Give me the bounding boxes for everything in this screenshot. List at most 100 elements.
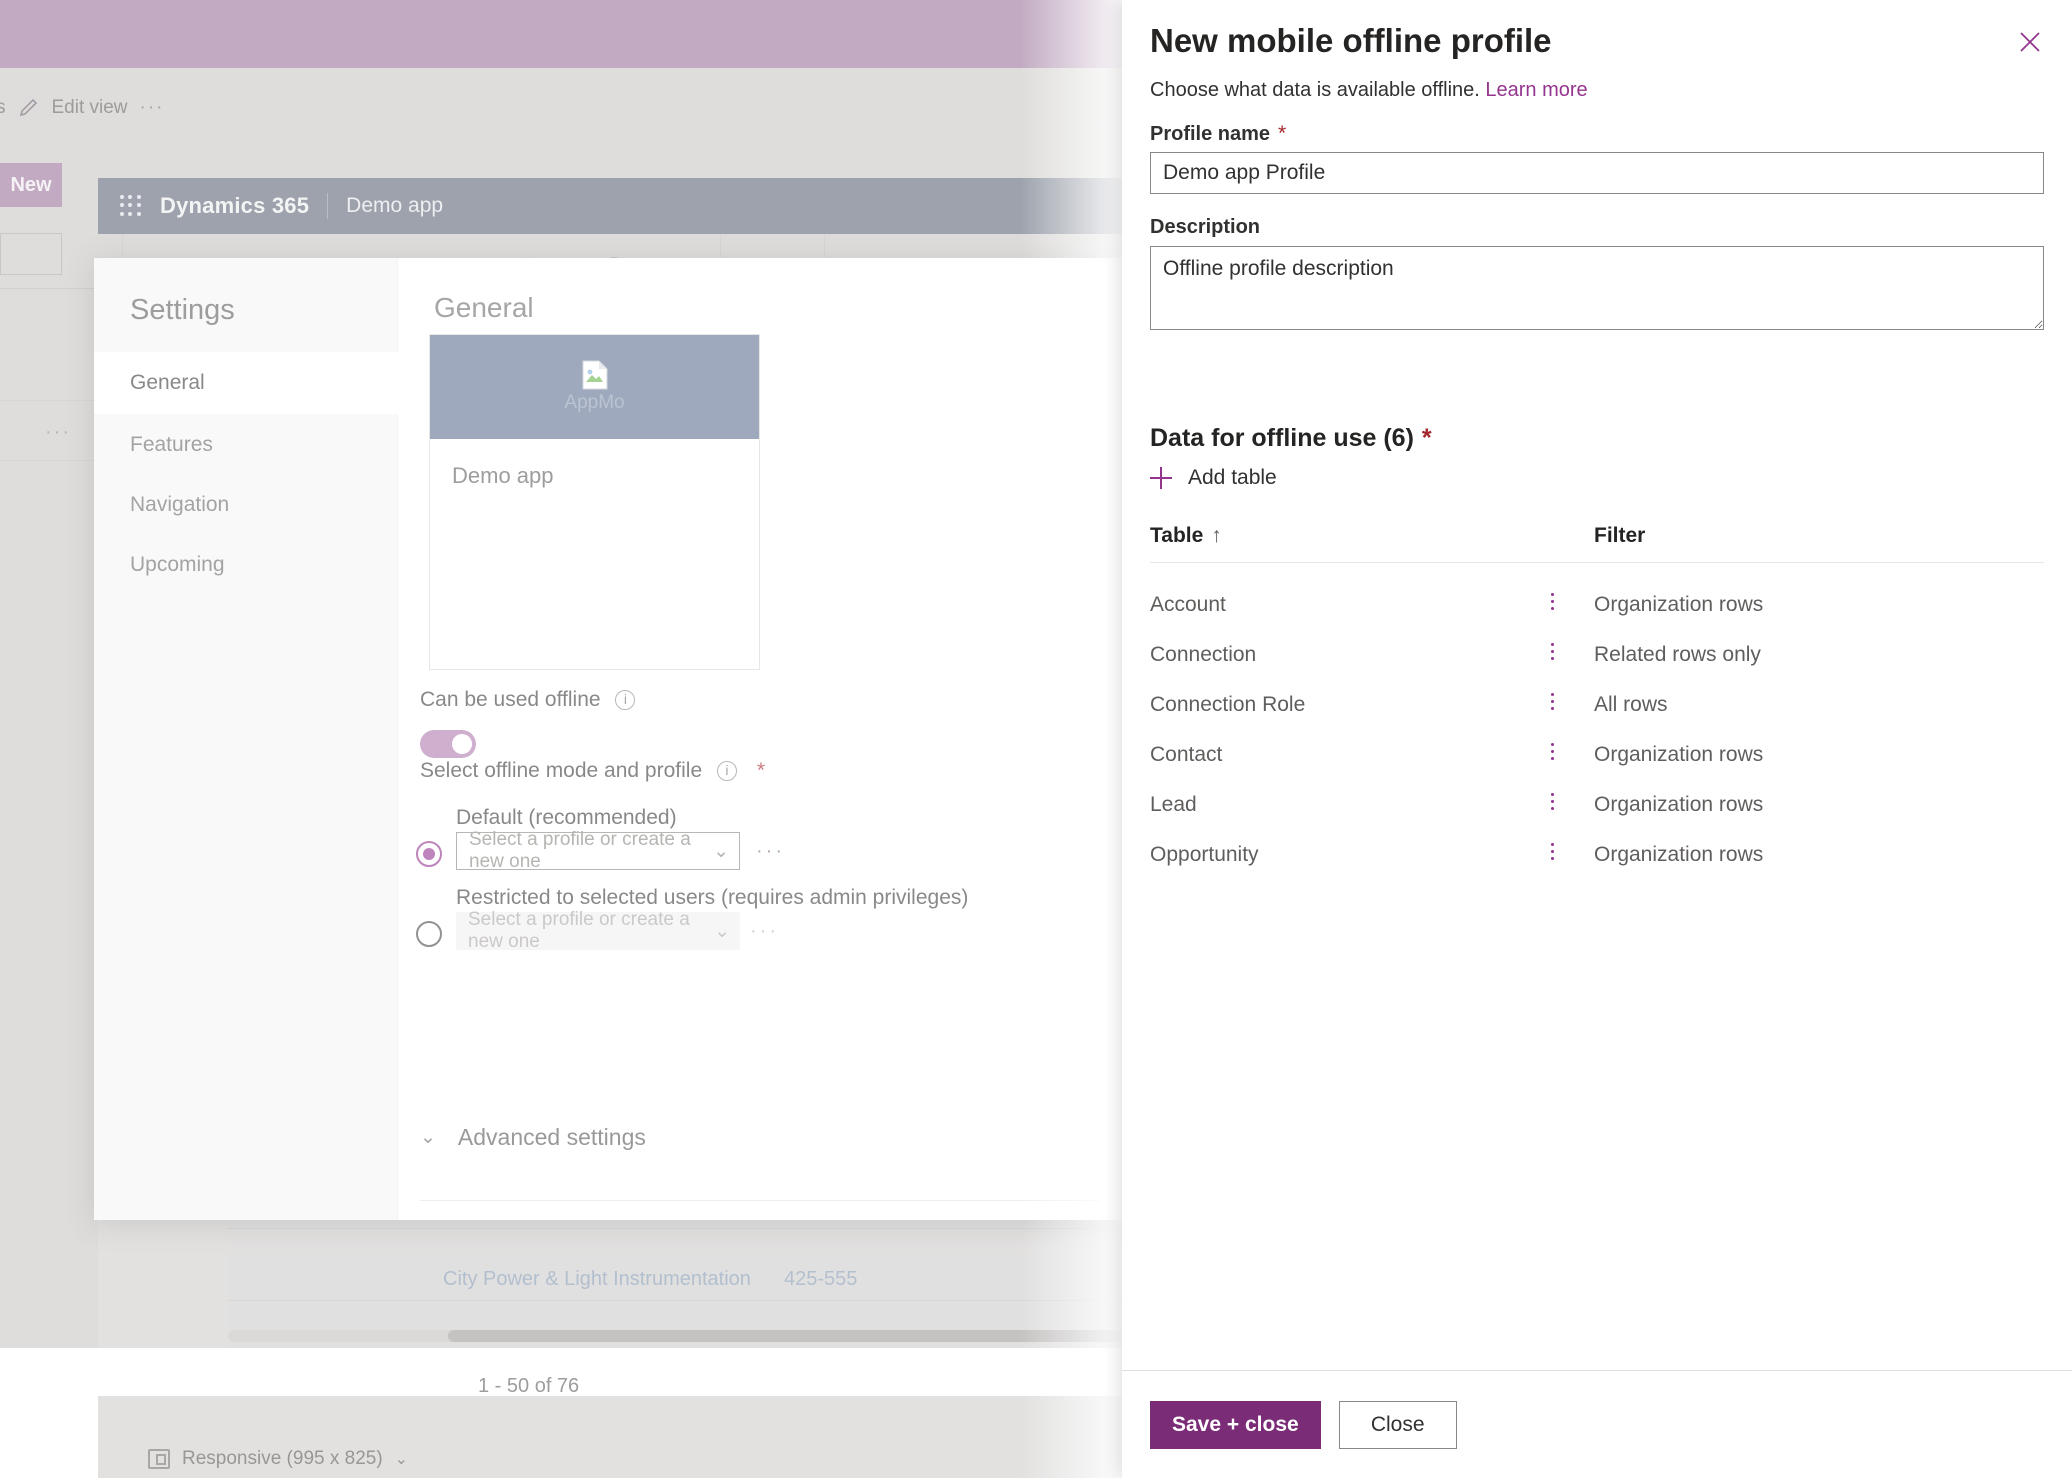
page-title: New mobile offline profile <box>1150 22 1552 59</box>
column-header-table[interactable]: Table ↑ <box>1150 524 1222 548</box>
row-filter-value: Organization rows <box>1594 843 1764 866</box>
row-filter-value: Organization rows <box>1594 743 1764 766</box>
record-pager: 1 - 50 of 76 <box>478 1375 580 1397</box>
settings-section-heading: General <box>434 292 534 323</box>
divider <box>327 193 329 219</box>
app-preview-card: AppMo Demo app <box>429 334 760 670</box>
sidebar-item-navigation[interactable]: Navigation <box>94 474 398 536</box>
description-textarea[interactable] <box>1150 246 2044 330</box>
profile-name-label: Profile name * <box>1150 122 1287 145</box>
row-filter-value: Organization rows <box>1594 593 1764 616</box>
save-and-close-button[interactable]: Save + close <box>1150 1400 1321 1449</box>
kebab-menu-icon[interactable] <box>1540 643 1564 667</box>
table-row[interactable]: Connection Role All rows <box>1150 680 2044 730</box>
chevron-down-icon[interactable]: ⌄ <box>395 1449 408 1469</box>
command-bar-items: s Edit view ··· <box>0 88 165 128</box>
restricted-profile-placeholder: Select a profile or create a new one <box>468 909 690 952</box>
kebab-menu-icon[interactable] <box>1540 743 1564 767</box>
description-label: Description <box>1150 216 1261 238</box>
settings-title: Settings <box>130 294 235 326</box>
monitor-icon <box>148 1449 170 1469</box>
app-card-banner: AppMo <box>430 335 759 439</box>
settings-sidebar: Settings General Features Navigation Upc… <box>94 258 398 1220</box>
table-row[interactable]: Contact Organization rows <box>1150 730 2044 780</box>
can-be-used-offline-toggle[interactable] <box>420 730 476 758</box>
default-profile-overflow-button[interactable]: ··· <box>756 840 785 863</box>
row-table-name: Lead <box>1150 793 1197 816</box>
waffle-icon[interactable] <box>120 195 142 217</box>
plus-icon <box>1150 467 1172 489</box>
responsive-selector[interactable]: Responsive (995 x 825) ⌄ <box>148 1448 408 1470</box>
close-button[interactable]: Close <box>1338 1400 1457 1449</box>
search-input[interactable] <box>0 233 62 275</box>
command-bar <box>0 68 1122 140</box>
row-table-name: Connection Role <box>1150 693 1306 716</box>
restricted-mode-label: Restricted to selected users (requires a… <box>456 886 969 909</box>
learn-more-link[interactable]: Learn more <box>1485 79 1587 101</box>
panel-body: New mobile offline profile Choose what d… <box>1122 0 2072 1370</box>
sidebar-item-features[interactable]: Features <box>94 414 398 476</box>
required-indicator: * <box>1421 424 1432 452</box>
sidebar-item-upcoming[interactable]: Upcoming <box>94 534 398 596</box>
grid-row-phone: 425-555 <box>784 1268 858 1290</box>
row-overflow-button[interactable]: ··· <box>45 422 71 442</box>
restricted-profile-overflow-button[interactable]: ··· <box>750 920 779 943</box>
table-row[interactable]: Lead Organization rows <box>1150 780 2044 830</box>
table-row[interactable]: Connection Related rows only <box>1150 630 2044 680</box>
advanced-settings-toggle[interactable]: ⌄ Advanced settings <box>420 1124 646 1151</box>
app-card-image-alt: AppMo <box>564 392 625 413</box>
broken-image-icon <box>582 360 608 390</box>
sidebar-item-label: Navigation <box>130 493 230 516</box>
sidebar-item-label: Features <box>130 433 213 456</box>
sidebar-item-label: General <box>130 371 205 394</box>
kebab-menu-icon[interactable] <box>1540 593 1564 617</box>
profile-name-input[interactable] <box>1150 152 2044 194</box>
column-header-filter[interactable]: Filter <box>1594 524 1645 548</box>
row-filter-value: All rows <box>1594 693 1668 716</box>
sidebar-item-label: Upcoming <box>130 553 225 576</box>
close-icon[interactable] <box>2010 22 2050 62</box>
top-brand-band <box>0 0 1122 68</box>
data-for-offline-use-heading: Data for offline use (6) * <box>1150 424 1432 452</box>
pencil-icon <box>18 97 40 119</box>
kebab-menu-icon[interactable] <box>1540 843 1564 867</box>
add-table-button[interactable]: Add table <box>1150 466 1277 490</box>
edge-fade <box>1020 0 1122 1478</box>
table-row[interactable]: Account Organization rows <box>1150 580 2044 630</box>
chevron-down-icon[interactable]: ⌄ <box>714 920 730 943</box>
table-row[interactable]: Opportunity Organization rows <box>1150 830 2044 880</box>
restricted-profile-combobox[interactable]: Select a profile or create a new one ⌄ <box>456 909 740 952</box>
sort-ascending-icon: ↑ <box>1211 524 1222 547</box>
grid-row-link[interactable]: City Power & Light Instrumentation <box>443 1268 751 1291</box>
info-icon[interactable]: i <box>716 761 737 781</box>
panel-subtitle-text: Choose what data is available offline. <box>1150 79 1480 101</box>
panel-subtitle: Choose what data is available offline. L… <box>1150 79 1588 102</box>
chevron-down-icon[interactable]: ⌄ <box>713 840 729 863</box>
edit-view-button[interactable]: Edit view <box>52 97 128 119</box>
default-profile-combobox[interactable]: Select a profile or create a new one ⌄ <box>456 829 740 872</box>
command-overflow-button[interactable]: ··· <box>140 98 165 117</box>
restricted-mode-radio[interactable] <box>416 921 442 947</box>
can-be-used-offline-label: Can be used offline i <box>420 688 636 712</box>
info-icon[interactable]: i <box>615 690 636 710</box>
select-offline-mode-label: Select offline mode and profile i * <box>420 759 766 782</box>
default-mode-label: Default (recommended) <box>456 806 677 829</box>
row-table-name: Connection <box>1150 643 1257 666</box>
app-card-name: Demo app <box>452 463 554 488</box>
sidebar-item-general[interactable]: General <box>94 352 398 414</box>
app-name: Demo app <box>346 194 444 217</box>
product-name: Dynamics 365 <box>160 193 310 218</box>
command-bar-truncated-label: s <box>0 97 6 118</box>
app-settings-dialog: Settings General Features Navigation Upc… <box>94 258 1122 1220</box>
required-indicator: * <box>1278 122 1287 145</box>
default-mode-radio[interactable] <box>416 841 442 867</box>
row-filter-value: Organization rows <box>1594 793 1764 816</box>
kebab-menu-icon[interactable] <box>1540 693 1564 717</box>
default-profile-placeholder: Select a profile or create a new one <box>469 829 691 872</box>
chevron-down-icon[interactable]: ⌄ <box>420 1126 436 1149</box>
row-table-name: Contact <box>1150 743 1223 766</box>
new-record-button[interactable]: New <box>0 163 62 207</box>
advanced-settings-label: Advanced settings <box>457 1124 646 1150</box>
kebab-menu-icon[interactable] <box>1540 793 1564 817</box>
add-table-label: Add table <box>1188 466 1277 489</box>
